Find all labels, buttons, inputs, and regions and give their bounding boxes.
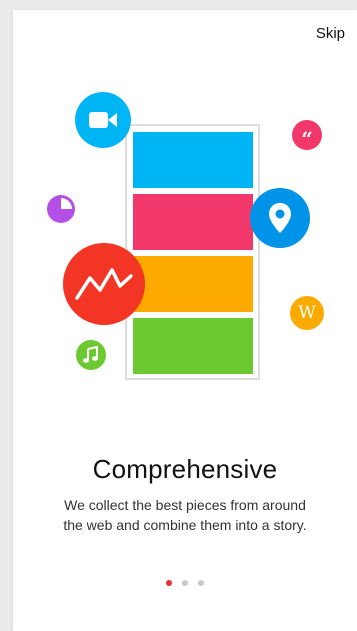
green-block — [133, 318, 253, 374]
page-indicator — [13, 580, 357, 586]
phone-mockup — [125, 124, 260, 380]
quote-icon: “ — [292, 120, 322, 150]
video-camera-icon — [75, 92, 131, 148]
page-description: We collect the best pieces from around t… — [63, 497, 307, 533]
orange-block — [133, 256, 253, 312]
trend-line-icon — [63, 243, 145, 325]
page-dot-1[interactable] — [166, 580, 172, 586]
location-pin-icon — [250, 188, 310, 248]
pink-block — [133, 194, 253, 250]
pie-chart-icon — [46, 194, 76, 224]
page-dot-3[interactable] — [198, 580, 204, 586]
illustration: “ W — [13, 10, 357, 410]
onboarding-screen: Skip “ W Comprehensive We collect the be… — [13, 10, 357, 631]
page-title: Comprehensive — [92, 454, 278, 484]
page-dot-2[interactable] — [182, 580, 188, 586]
music-note-icon — [76, 340, 106, 370]
wikipedia-icon: W — [290, 296, 324, 330]
blue-block — [133, 132, 253, 188]
